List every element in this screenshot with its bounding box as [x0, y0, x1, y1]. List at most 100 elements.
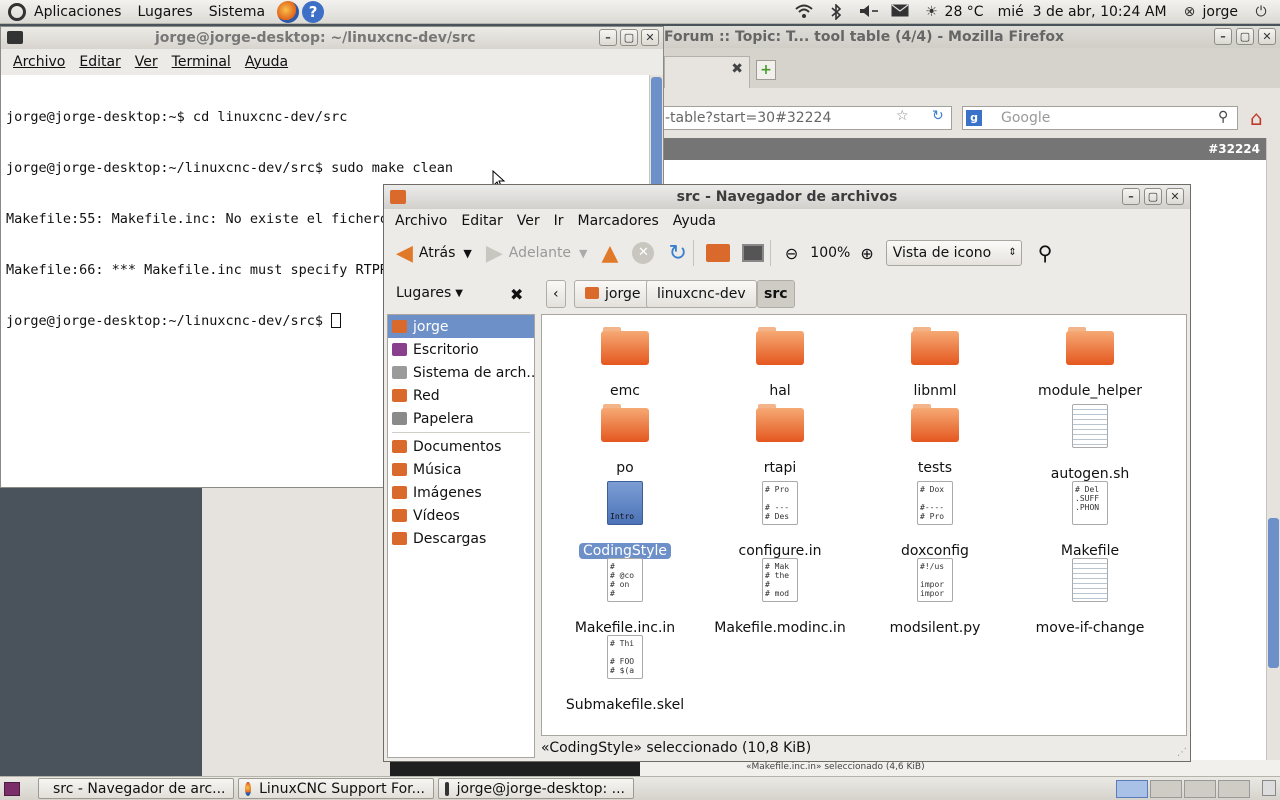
file-item[interactable]: # Dox #---- # Pro doxconfig [860, 481, 1010, 559]
folder-item[interactable]: po [550, 404, 700, 476]
firefox-scrollbar[interactable] [1266, 138, 1280, 776]
reload-icon[interactable]: ↻ [668, 241, 686, 266]
terminal-close-icon[interactable]: ✕ [641, 29, 659, 46]
menu-lugares[interactable]: Lugares [129, 4, 200, 20]
folder-item[interactable]: rtapi [705, 404, 855, 476]
file-item[interactable]: # Pro # --- # Des configure.in [705, 481, 855, 559]
breadcrumb-jorge[interactable]: jorge [574, 280, 652, 308]
folder-item[interactable]: emc [550, 327, 700, 399]
file-item[interactable]: autogen.sh [1015, 404, 1165, 482]
breadcrumb-src[interactable]: src [757, 280, 795, 308]
home-icon[interactable]: ⌂ [1250, 106, 1263, 130]
mail-icon[interactable] [891, 4, 909, 20]
file-item[interactable]: # Thi # FOO # $(a Submakefile.skel [550, 635, 700, 713]
close-sidebar-icon[interactable]: ✖ [510, 285, 523, 304]
workspace-switcher[interactable] [1116, 779, 1250, 798]
firefox-scroll-thumb[interactable] [1268, 518, 1279, 668]
minimize-icon[interactable]: – [1214, 28, 1232, 45]
sidebar-item-descargas[interactable]: Descargas [388, 527, 534, 550]
terminal-scroll-thumb[interactable] [651, 77, 662, 197]
close-icon[interactable]: ✕ [1258, 28, 1276, 45]
terminal-menu-editar[interactable]: Editar [79, 54, 120, 70]
folder-item[interactable]: libnml [860, 327, 1010, 399]
reload-icon[interactable]: ↻ [932, 108, 944, 124]
workspace-2[interactable] [1150, 779, 1182, 798]
firefox-titlebar[interactable]: Forum :: Topic: T... tool table (4/4) - … [560, 26, 1280, 48]
terminal-menu-archivo[interactable]: Archivo [13, 54, 65, 70]
fm-menu-ayuda[interactable]: Ayuda [673, 213, 716, 229]
sidebar-item-música[interactable]: Música [388, 458, 534, 481]
workspace-3[interactable] [1184, 779, 1216, 798]
taskbar-file-manager[interactable]: src - Navegador de arc... [38, 778, 234, 799]
bookmark-star-icon[interactable]: ☆ [896, 108, 909, 124]
search-icon[interactable]: ⚲ [1038, 241, 1053, 265]
up-arrow-icon[interactable]: ▲ [602, 241, 619, 266]
terminal-menu-ayuda[interactable]: Ayuda [245, 54, 288, 70]
fm-menu-archivo[interactable]: Archivo [395, 213, 447, 229]
fm-menu-editar[interactable]: Editar [461, 213, 502, 229]
fm-maximize-icon[interactable]: ▢ [1144, 188, 1162, 205]
fm-close-icon[interactable]: ✕ [1166, 188, 1184, 205]
back-history-chevron-icon[interactable]: ▼ [463, 247, 471, 260]
trash-icon[interactable] [1262, 780, 1276, 796]
terminal-maximize-icon[interactable]: ▢ [620, 29, 638, 46]
forward-button[interactable]: ▶ Adelante [486, 241, 571, 266]
temperature[interactable]: 28 °C [945, 4, 984, 20]
sidebar-item-sistema-de-arch[interactable]: Sistema de arch... [388, 361, 534, 384]
new-tab-icon[interactable]: + [756, 60, 776, 80]
sidebar-item-imágenes[interactable]: Imágenes [388, 481, 534, 504]
file-item[interactable]: # Mak # the # # mod Makefile.modinc.in [705, 558, 855, 636]
zoom-out-icon[interactable]: ⊖ [785, 244, 798, 263]
ubuntu-logo-icon[interactable] [8, 2, 26, 21]
file-item[interactable]: Intro CodingStyle [550, 481, 700, 559]
folder-item[interactable]: tests [860, 404, 1010, 476]
sidebar-item-red[interactable]: Red [388, 384, 534, 407]
clock[interactable]: mié 3 de abr, 10:24 AM [998, 4, 1167, 20]
power-icon[interactable]: ⏻ [1252, 4, 1270, 20]
terminal-minimize-icon[interactable]: – [599, 29, 617, 46]
taskbar-terminal[interactable]: jorge@jorge-desktop: ... [438, 778, 634, 799]
fm-menu-marcadores[interactable]: Marcadores [578, 213, 659, 229]
resize-grip-icon[interactable]: ⋰ [1177, 747, 1187, 758]
zoom-in-icon[interactable]: ⊕ [860, 244, 873, 263]
firefox-launcher-icon[interactable] [277, 0, 300, 23]
workspace-1[interactable] [1116, 779, 1148, 798]
google-engine-icon[interactable]: g [966, 110, 982, 126]
sidebar-item-escritorio[interactable]: Escritorio [388, 338, 534, 361]
file-item[interactable]: #!/us impor impor modsilent.py [860, 558, 1010, 636]
taskbar-firefox[interactable]: LinuxCNC Support For... [238, 778, 434, 799]
menu-sistema[interactable]: Sistema [201, 4, 273, 20]
back-button[interactable]: ◀ Atrás [396, 241, 455, 266]
terminal-menu-terminal[interactable]: Terminal [172, 54, 231, 70]
forward-history-chevron-icon[interactable]: ▼ [579, 247, 587, 260]
home-folder-icon[interactable] [705, 244, 730, 262]
sidebar-item-papelera[interactable]: Papelera [388, 407, 534, 430]
file-item[interactable]: # Del .SUFF .PHON Makefile [1015, 481, 1165, 559]
search-icon[interactable]: ⚲ [1218, 109, 1228, 125]
post-header-bar[interactable]: #32224 [646, 138, 1266, 160]
menu-aplicaciones[interactable]: Aplicaciones [26, 4, 129, 20]
breadcrumb-linuxcnc-dev[interactable]: linuxcnc-dev [646, 280, 757, 308]
stop-icon[interactable]: ✕ [632, 242, 655, 264]
breadcrumb-back-icon[interactable]: ‹ [546, 280, 566, 308]
fm-minimize-icon[interactable]: – [1122, 188, 1140, 205]
sidebar-mode-select[interactable]: Lugares ▼ [396, 285, 463, 301]
file-item[interactable]: move-if-change [1015, 558, 1165, 636]
fm-menu-ver[interactable]: Ver [517, 213, 540, 229]
web-search-input[interactable]: Google [962, 106, 1238, 130]
show-desktop-icon[interactable] [4, 781, 20, 796]
sidebar-item-documentos[interactable]: Documentos [388, 435, 534, 458]
workspace-4[interactable] [1218, 779, 1250, 798]
firefox-tab[interactable]: ✖ [664, 56, 750, 88]
terminal-titlebar[interactable]: jorge@jorge-desktop: ~/linuxcnc-dev/src … [1, 27, 663, 49]
computer-icon[interactable] [741, 244, 764, 262]
view-mode-select[interactable]: Vista de icono ⇕ [885, 240, 1022, 266]
sidebar-item-jorge[interactable]: jorge [388, 315, 534, 338]
bluetooth-icon[interactable] [827, 2, 845, 21]
user-status-icon[interactable]: ⊗ [1181, 4, 1199, 20]
volume-icon[interactable] [859, 4, 878, 20]
tab-close-icon[interactable]: ✖ [731, 61, 743, 77]
user-name[interactable]: jorge [1203, 4, 1238, 20]
file-icon-view[interactable]: emc hal libnml module_helper po rtapi tests aut… [541, 314, 1187, 736]
help-launcher-icon[interactable]: ? [302, 0, 325, 23]
